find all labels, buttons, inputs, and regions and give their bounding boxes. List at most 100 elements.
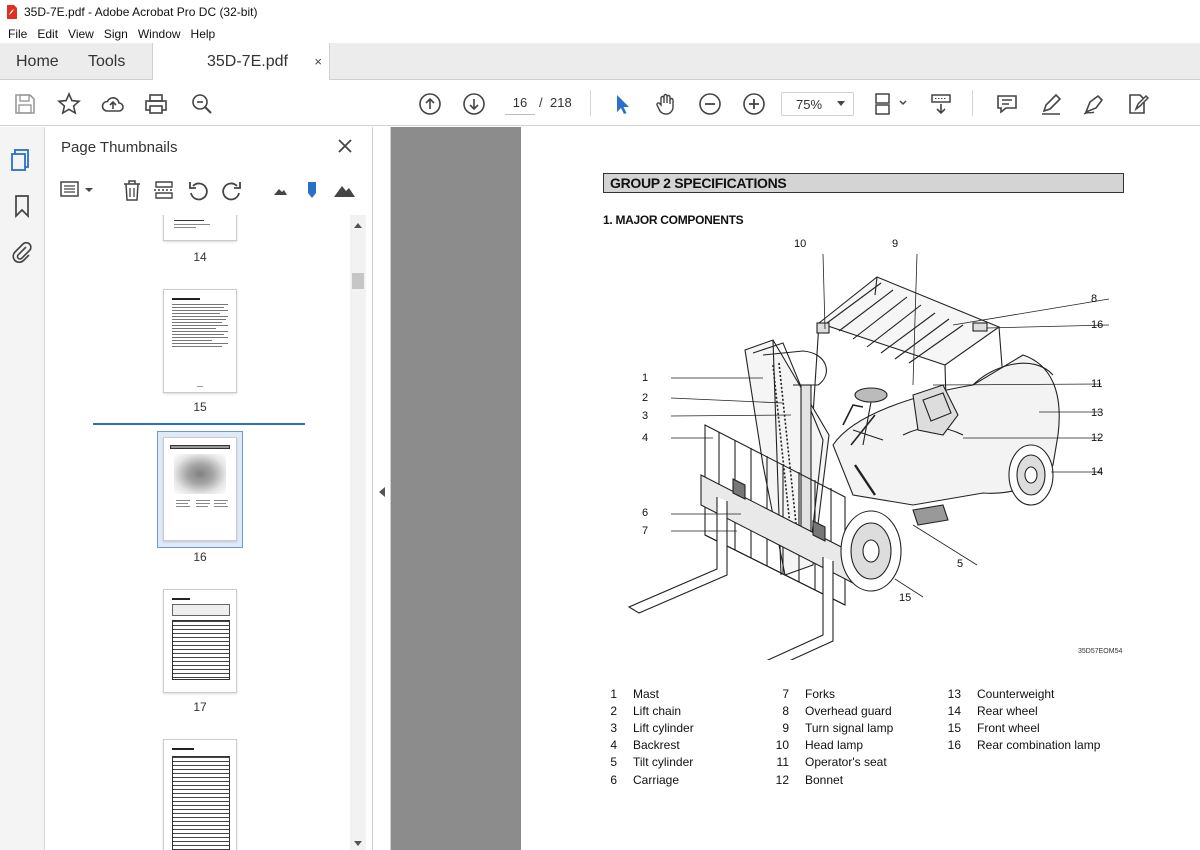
thumbnail-page-number: 14 bbox=[193, 250, 207, 264]
page-thumbnails-panel: Page Thumbnails 14 15 16 17 bbox=[45, 127, 373, 850]
legend-item: 8 Overhead guard bbox=[782, 704, 892, 718]
attachments-icon[interactable] bbox=[10, 240, 34, 264]
callout-number: 14 bbox=[1091, 466, 1104, 478]
thumbnail-page-selected[interactable] bbox=[163, 437, 237, 541]
close-panel-icon[interactable] bbox=[335, 136, 355, 156]
menu-view[interactable]: View bbox=[63, 27, 99, 41]
legend-item: 2 Lift chain bbox=[610, 704, 682, 718]
legend-item: 11 Operator's seat bbox=[776, 755, 887, 769]
thumbnail-page[interactable] bbox=[163, 589, 237, 693]
tab-document[interactable]: 35D-7E.pdf × bbox=[152, 43, 330, 80]
thumbnail-page[interactable] bbox=[163, 289, 237, 393]
toolbar: / 218 75% bbox=[0, 80, 1200, 126]
sign-pen-icon[interactable] bbox=[1082, 92, 1106, 116]
bookmarks-icon[interactable] bbox=[10, 194, 34, 219]
mountain-small-icon[interactable] bbox=[269, 179, 291, 201]
window-title: 35D-7E.pdf - Adobe Acrobat Pro DC (32-bi… bbox=[24, 5, 258, 19]
callout-number: 10 bbox=[794, 238, 807, 250]
legend-item: 5 Tilt cylinder bbox=[610, 755, 694, 769]
select-cursor-icon[interactable] bbox=[610, 92, 634, 116]
legend-item: 9 Turn signal lamp bbox=[782, 721, 894, 735]
options-menu-icon[interactable] bbox=[59, 179, 95, 201]
illustration-code: 35D57EOM54 bbox=[1078, 648, 1123, 655]
find-zoom-icon[interactable] bbox=[190, 92, 214, 116]
tab-home[interactable]: Home bbox=[16, 43, 59, 80]
page-number-input[interactable] bbox=[505, 91, 535, 115]
page-thumbnails-icon[interactable] bbox=[10, 148, 34, 172]
print-icon[interactable] bbox=[144, 92, 168, 116]
menu-sign[interactable]: Sign bbox=[99, 27, 133, 41]
panel-collapse-strip bbox=[373, 127, 391, 850]
chevron-down-icon bbox=[837, 101, 845, 106]
legend-item: 4 Backrest bbox=[610, 738, 680, 752]
insert-page-icon[interactable] bbox=[153, 179, 175, 201]
thumbnail-size-slider-icon[interactable] bbox=[301, 179, 323, 201]
page-display-icon[interactable] bbox=[873, 92, 909, 116]
menu-bar: File Edit View Sign Window Help bbox=[0, 24, 1200, 43]
page-total: 218 bbox=[550, 95, 572, 110]
thumbnail-page[interactable] bbox=[163, 739, 237, 850]
scroll-down-icon[interactable] bbox=[354, 841, 362, 846]
callout-number: 3 bbox=[642, 410, 649, 422]
toolbar-divider bbox=[972, 90, 973, 116]
document-view[interactable]: GROUP 2 SPECIFICATIONS 1. MAJOR COMPONEN… bbox=[391, 127, 1200, 850]
menu-file[interactable]: File bbox=[3, 27, 32, 41]
comment-icon[interactable] bbox=[995, 92, 1019, 116]
scrollbar-thumb[interactable] bbox=[352, 273, 364, 289]
edit-pdf-icon[interactable] bbox=[1126, 92, 1150, 116]
bookmark-star-icon[interactable] bbox=[57, 92, 81, 116]
toolbar-divider bbox=[590, 90, 591, 116]
callout-number: 7 bbox=[642, 525, 649, 537]
menu-help[interactable]: Help bbox=[186, 27, 221, 41]
tab-tools[interactable]: Tools bbox=[88, 43, 125, 80]
callout-number: 2 bbox=[642, 392, 649, 404]
rotate-clockwise-icon[interactable] bbox=[221, 179, 243, 201]
thumbnail-toolbar bbox=[45, 173, 373, 209]
scroll-mode-icon[interactable] bbox=[929, 92, 953, 116]
thumbnail-scrollbar[interactable] bbox=[350, 215, 366, 850]
legend-item: 12 Bonnet bbox=[775, 773, 844, 787]
collapse-panel-icon[interactable] bbox=[379, 487, 385, 497]
legend-item: 1 Mast bbox=[610, 687, 660, 701]
legend-item: 3 Lift cylinder bbox=[610, 721, 694, 735]
callout-number: 12 bbox=[1091, 432, 1104, 444]
mountain-large-icon[interactable] bbox=[333, 179, 355, 201]
menu-edit[interactable]: Edit bbox=[32, 27, 63, 41]
legend-item: 7 Forks bbox=[782, 687, 835, 701]
zoom-level-select[interactable]: 75% bbox=[781, 92, 854, 116]
legend-item: 10 Head lamp bbox=[775, 738, 864, 752]
upload-cloud-icon[interactable] bbox=[101, 92, 125, 116]
callout-number: 9 bbox=[892, 238, 899, 250]
pdf-page: GROUP 2 SPECIFICATIONS 1. MAJOR COMPONEN… bbox=[521, 127, 1200, 850]
acrobat-pdf-icon bbox=[7, 5, 17, 19]
title-bar: 35D-7E.pdf - Adobe Acrobat Pro DC (32-bi… bbox=[0, 0, 1200, 24]
thumbnail-page-number: 15 bbox=[193, 400, 207, 414]
callout-number: 1 bbox=[642, 372, 649, 384]
previous-page-icon[interactable] bbox=[418, 92, 442, 116]
scroll-up-icon[interactable] bbox=[354, 223, 362, 228]
next-page-icon[interactable] bbox=[462, 92, 486, 116]
tab-document-label: 35D-7E.pdf bbox=[207, 52, 288, 70]
thumbnail-page[interactable] bbox=[163, 215, 237, 241]
group-header-text: GROUP 2 SPECIFICATIONS bbox=[610, 175, 787, 191]
rotate-counterclockwise-icon[interactable] bbox=[187, 179, 209, 201]
menu-window[interactable]: Window bbox=[133, 27, 186, 41]
callout-number: 13 bbox=[1091, 407, 1104, 419]
save-icon[interactable] bbox=[13, 92, 37, 116]
legend-item: 6 Carriage bbox=[610, 773, 680, 787]
navigation-rail bbox=[0, 127, 45, 850]
hand-tool-icon[interactable] bbox=[654, 92, 678, 116]
legend-item: 15 Front wheel bbox=[947, 721, 1040, 735]
callout-number: 6 bbox=[642, 507, 649, 519]
close-tab-icon[interactable]: × bbox=[314, 54, 322, 69]
zoom-in-icon[interactable] bbox=[742, 92, 766, 116]
callout-number: 5 bbox=[957, 558, 964, 570]
zoom-out-icon[interactable] bbox=[698, 92, 722, 116]
delete-page-icon[interactable] bbox=[121, 179, 143, 201]
group-header: GROUP 2 SPECIFICATIONS bbox=[603, 173, 1124, 193]
thumbnail-page-number: 17 bbox=[193, 700, 207, 714]
section-title: 1. MAJOR COMPONENTS bbox=[603, 213, 744, 227]
highlight-pen-icon[interactable] bbox=[1039, 92, 1063, 116]
thumbnail-page-number: 16 bbox=[193, 550, 207, 564]
zoom-level-value: 75% bbox=[796, 97, 823, 112]
